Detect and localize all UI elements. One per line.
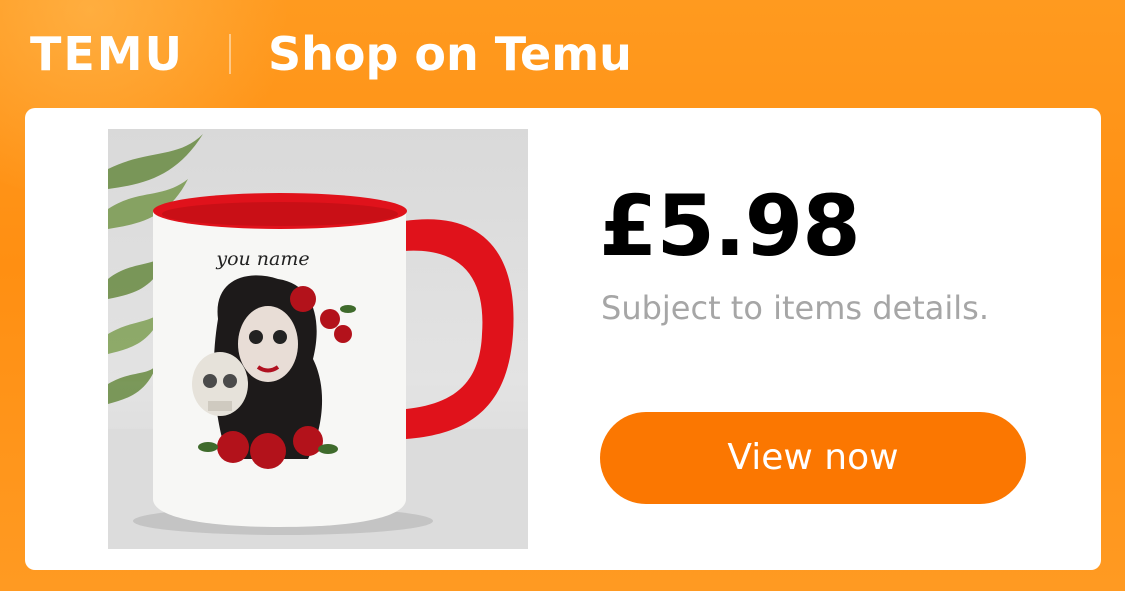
ad-banner[interactable]: TEMU Shop on Temu you name £5.98 Subject…: [0, 0, 1125, 591]
mug-text: you name: [215, 248, 309, 270]
product-image[interactable]: you name: [108, 129, 528, 549]
product-card[interactable]: you name £5.98 Subject to items details.…: [25, 108, 1101, 570]
product-price: £5.98: [599, 177, 861, 275]
header: TEMU Shop on Temu: [0, 0, 1125, 108]
header-divider: [229, 34, 231, 74]
temu-logo[interactable]: TEMU: [30, 26, 184, 82]
mug-image: you name: [108, 134, 528, 549]
view-now-button[interactable]: View now: [600, 412, 1026, 504]
header-title: Shop on Temu: [268, 27, 632, 81]
price-disclaimer: Subject to items details.: [601, 289, 990, 327]
